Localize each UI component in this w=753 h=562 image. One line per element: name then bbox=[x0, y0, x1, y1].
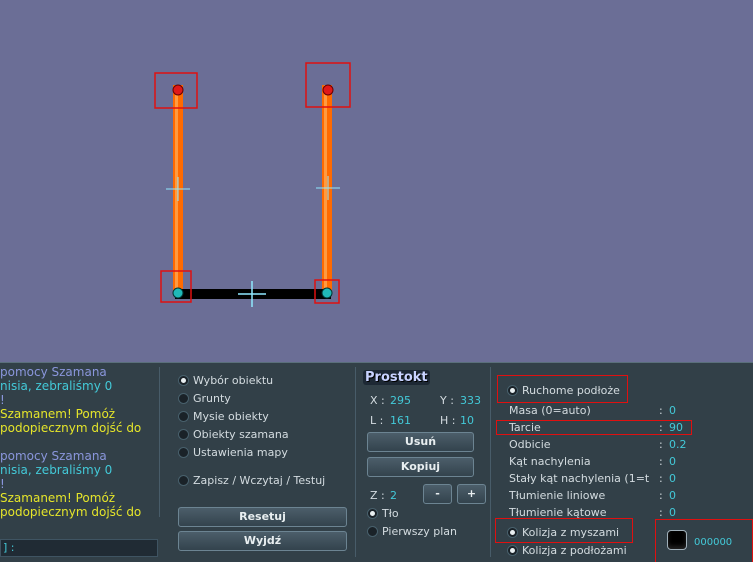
friction-highlight bbox=[496, 420, 692, 435]
ground-center-cross bbox=[238, 281, 266, 307]
chat-line: podopiecznym dojść do bbox=[0, 421, 142, 435]
radio-layer-foreground[interactable]: Pierwszy plan bbox=[367, 525, 457, 538]
radio-dot bbox=[178, 429, 189, 440]
map-scene[interactable] bbox=[0, 0, 753, 362]
property-value[interactable]: 0 bbox=[669, 404, 676, 417]
chat-line bbox=[0, 435, 158, 449]
chat-line: Szamanem! Pomóż bbox=[0, 491, 116, 505]
checkbox-ground-collision[interactable]: Kolizja z podłożami bbox=[507, 544, 627, 557]
radio-select-object[interactable]: Wybór obiektu bbox=[178, 374, 273, 387]
h-label: H : bbox=[440, 414, 456, 427]
radio-label: Grunty bbox=[193, 392, 231, 405]
chat-line: pomocy Szamana bbox=[0, 449, 107, 463]
color-hex-value[interactable]: 000000 bbox=[694, 537, 732, 548]
property-label: Stały kąt nachylenia (1=t bbox=[509, 472, 650, 485]
right-top-anchor[interactable] bbox=[322, 84, 334, 96]
h-value[interactable]: 10 bbox=[460, 414, 474, 427]
right-plank-highlight bbox=[324, 85, 327, 295]
chat-line: nisia, zebraliśmy 0 bbox=[0, 463, 113, 477]
object-type-title: Prostokt bbox=[363, 370, 430, 385]
radio-dot bbox=[178, 393, 189, 404]
moving-ground-highlight bbox=[497, 375, 628, 403]
chat-log: pomocy Szamana nisia, zebraliśmy 0! Szaman… bbox=[0, 365, 158, 537]
z-value[interactable]: 2 bbox=[390, 489, 397, 502]
y-value[interactable]: 333 bbox=[460, 394, 481, 407]
chat-input[interactable]: ] : bbox=[0, 539, 158, 557]
chat-line: ! bbox=[0, 477, 5, 491]
property-colon: : bbox=[659, 489, 663, 502]
left-bottom-anchor[interactable] bbox=[172, 287, 184, 299]
editor-panel: pomocy Szamana nisia, zebraliśmy 0! Szaman… bbox=[0, 362, 753, 562]
radio-label: Ustawienia mapy bbox=[193, 446, 288, 459]
property-value[interactable]: 0 bbox=[669, 455, 676, 468]
z-decrease-button[interactable]: - bbox=[423, 484, 452, 504]
radio-label: Zapisz / Wczytaj / Testuj bbox=[193, 474, 326, 487]
x-label: X : bbox=[370, 394, 385, 407]
z-label: Z : bbox=[370, 489, 385, 502]
property-value[interactable]: 0 bbox=[669, 489, 676, 502]
left-top-anchor[interactable] bbox=[172, 84, 184, 96]
copy-button[interactable]: Kopiuj bbox=[367, 457, 474, 477]
radio-label: Obiekty szamana bbox=[193, 428, 289, 441]
property-label: Kąt nachylenia bbox=[509, 455, 591, 468]
radio-dot bbox=[507, 545, 518, 556]
chat-line: Szamanem! Pomóż bbox=[0, 407, 116, 421]
property-value[interactable]: 0.2 bbox=[669, 438, 687, 451]
radio-dot bbox=[367, 508, 378, 519]
property-colon: : bbox=[659, 438, 663, 451]
property-value[interactable]: 0 bbox=[669, 472, 676, 485]
l-value[interactable]: 161 bbox=[390, 414, 411, 427]
right-bottom-anchor[interactable] bbox=[321, 287, 333, 299]
mouse-collision-highlight bbox=[495, 518, 633, 543]
radio-label: Tło bbox=[382, 507, 399, 520]
left-plank-center-cross bbox=[166, 177, 190, 201]
reset-button[interactable]: Resetuj bbox=[178, 507, 347, 527]
separator bbox=[159, 367, 160, 517]
property-colon: : bbox=[659, 506, 663, 519]
x-value[interactable]: 295 bbox=[390, 394, 411, 407]
chat-line: nisia, zebraliśmy 0 bbox=[0, 379, 113, 393]
property-colon: : bbox=[659, 472, 663, 485]
radio-dot bbox=[178, 447, 189, 458]
radio-label: Wybór obiektu bbox=[193, 374, 274, 387]
property-value[interactable]: 0 bbox=[669, 506, 676, 519]
l-label: L : bbox=[370, 414, 384, 427]
radio-layer-background[interactable]: Tło bbox=[367, 507, 399, 520]
radio-dot bbox=[178, 411, 189, 422]
radio-grounds[interactable]: Grunty bbox=[178, 392, 231, 405]
radio-label: Kolizja z podłożami bbox=[522, 544, 627, 557]
property-label: Odbicie bbox=[509, 438, 551, 451]
radio-map-settings[interactable]: Ustawienia mapy bbox=[178, 446, 288, 459]
chat-line: podopiecznym dojść do bbox=[0, 505, 142, 519]
chat-line: ! bbox=[0, 393, 5, 407]
property-label: Tłumienie liniowe bbox=[509, 489, 606, 502]
radio-label: Mysie obiekty bbox=[193, 410, 269, 423]
radio-dot bbox=[178, 475, 189, 486]
z-increase-button[interactable]: + bbox=[457, 484, 486, 504]
radio-mouse-objects[interactable]: Mysie obiekty bbox=[178, 410, 269, 423]
map-canvas[interactable] bbox=[0, 0, 753, 362]
y-label: Y : bbox=[440, 394, 454, 407]
property-label: Masa (0=auto) bbox=[509, 404, 591, 417]
radio-label: Pierwszy plan bbox=[382, 525, 457, 538]
property-colon: : bbox=[659, 404, 663, 417]
exit-button[interactable]: Wyjdź bbox=[178, 531, 347, 551]
radio-dot bbox=[178, 375, 189, 386]
color-swatch[interactable] bbox=[667, 530, 687, 550]
separator bbox=[355, 367, 356, 557]
radio-dot bbox=[367, 526, 378, 537]
separator bbox=[490, 367, 491, 557]
chat-line: pomocy Szamana bbox=[0, 365, 107, 379]
property-colon: : bbox=[659, 455, 663, 468]
radio-save-load-test[interactable]: Zapisz / Wczytaj / Testuj bbox=[178, 474, 325, 487]
right-plank-center-cross bbox=[316, 176, 340, 200]
radio-shaman-objects[interactable]: Obiekty szamana bbox=[178, 428, 289, 441]
delete-button[interactable]: Usuń bbox=[367, 432, 474, 452]
